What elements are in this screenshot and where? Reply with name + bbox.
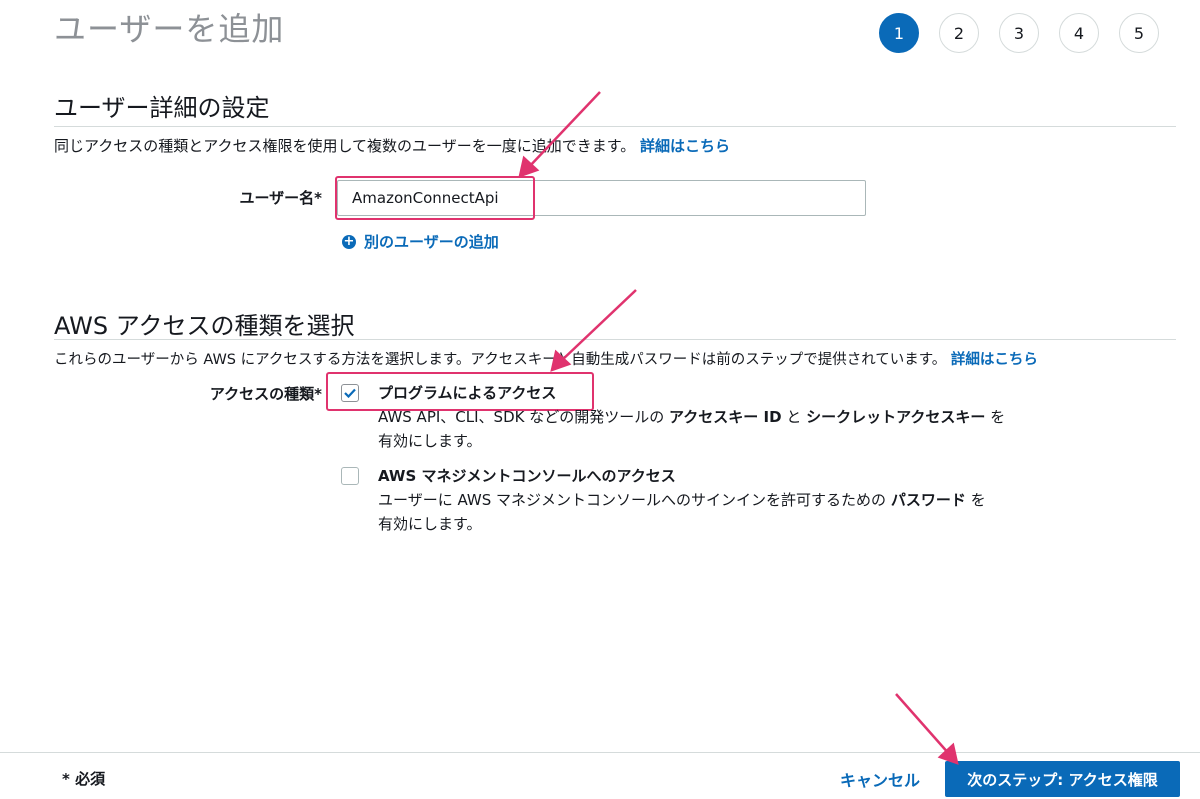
console-desc-prefix: ユーザーに AWS マネジメントコンソールへのサインインを許可するための: [378, 491, 887, 509]
programmatic-access-description: AWS API、CLI、SDK などの開発ツールの アクセスキー ID と シー…: [378, 405, 1005, 453]
console-desc-suffix: を: [970, 491, 986, 509]
access-type-label: アクセスの種類*: [209, 385, 322, 403]
next-step-button[interactable]: 次のステップ: アクセス権限: [945, 761, 1180, 797]
user-details-description: 同じアクセスの種類とアクセス権限を使用して複数のユーザーを一度に追加できます。 …: [54, 135, 730, 156]
section-divider: [54, 126, 1176, 127]
wizard-steps: 1 2 3 4 5: [879, 13, 1159, 53]
user-details-heading: ユーザー詳細の設定: [54, 94, 270, 122]
programmatic-desc-line2: 有効にします。: [378, 432, 482, 450]
required-note: * 必須: [62, 770, 106, 788]
next-step-label: 次のステップ: アクセス権限: [967, 770, 1158, 789]
step-1[interactable]: 1: [879, 13, 919, 53]
step-5[interactable]: 5: [1119, 13, 1159, 53]
step-4[interactable]: 4: [1059, 13, 1099, 53]
user-details-description-text: 同じアクセスの種類とアクセス権限を使用して複数のユーザーを一度に追加できます。: [54, 137, 636, 155]
plus-circle-icon: +: [342, 233, 356, 249]
footer-divider: [0, 752, 1200, 753]
access-key-id-term: アクセスキー ID: [669, 408, 782, 426]
console-access-description: ユーザーに AWS マネジメントコンソールへのサインインを許可するための パスワ…: [378, 488, 986, 536]
step-2[interactable]: 2: [939, 13, 979, 53]
access-type-description-text: これらのユーザーから AWS にアクセスする方法を選択します。アクセスキーと自動…: [54, 352, 947, 368]
username-label: ユーザー名*: [239, 189, 322, 207]
programmatic-desc-mid: と: [786, 408, 802, 426]
step-3[interactable]: 3: [999, 13, 1039, 53]
programmatic-desc-suffix: を: [990, 408, 1006, 426]
section-divider: [54, 339, 1176, 340]
console-access-checkbox[interactable]: [341, 467, 359, 485]
arrow-icon: [518, 91, 601, 178]
username-highlight-box: [335, 176, 535, 220]
password-term: パスワード: [890, 491, 966, 509]
learn-more-link[interactable]: 詳細はこちら: [640, 137, 730, 155]
access-type-description: これらのユーザーから AWS にアクセスする方法を選択します。アクセスキーと自動…: [54, 348, 1038, 369]
console-desc-line2: 有効にします。: [378, 515, 482, 533]
cancel-button[interactable]: キャンセル: [840, 767, 920, 791]
add-another-user-link[interactable]: + 別のユーザーの追加: [342, 231, 499, 252]
access-type-heading: AWS アクセスの種類を選択: [54, 312, 355, 340]
add-another-user-label: 別のユーザーの追加: [364, 233, 499, 251]
page-title: ユーザーを追加: [54, 10, 285, 48]
console-access-title: AWS マネジメントコンソールへのアクセス: [378, 467, 676, 485]
secret-access-key-term: シークレットアクセスキー: [806, 408, 986, 426]
programmatic-desc-prefix: AWS API、CLI、SDK などの開発ツールの: [378, 408, 665, 426]
learn-more-link[interactable]: 詳細はこちら: [951, 352, 1038, 368]
